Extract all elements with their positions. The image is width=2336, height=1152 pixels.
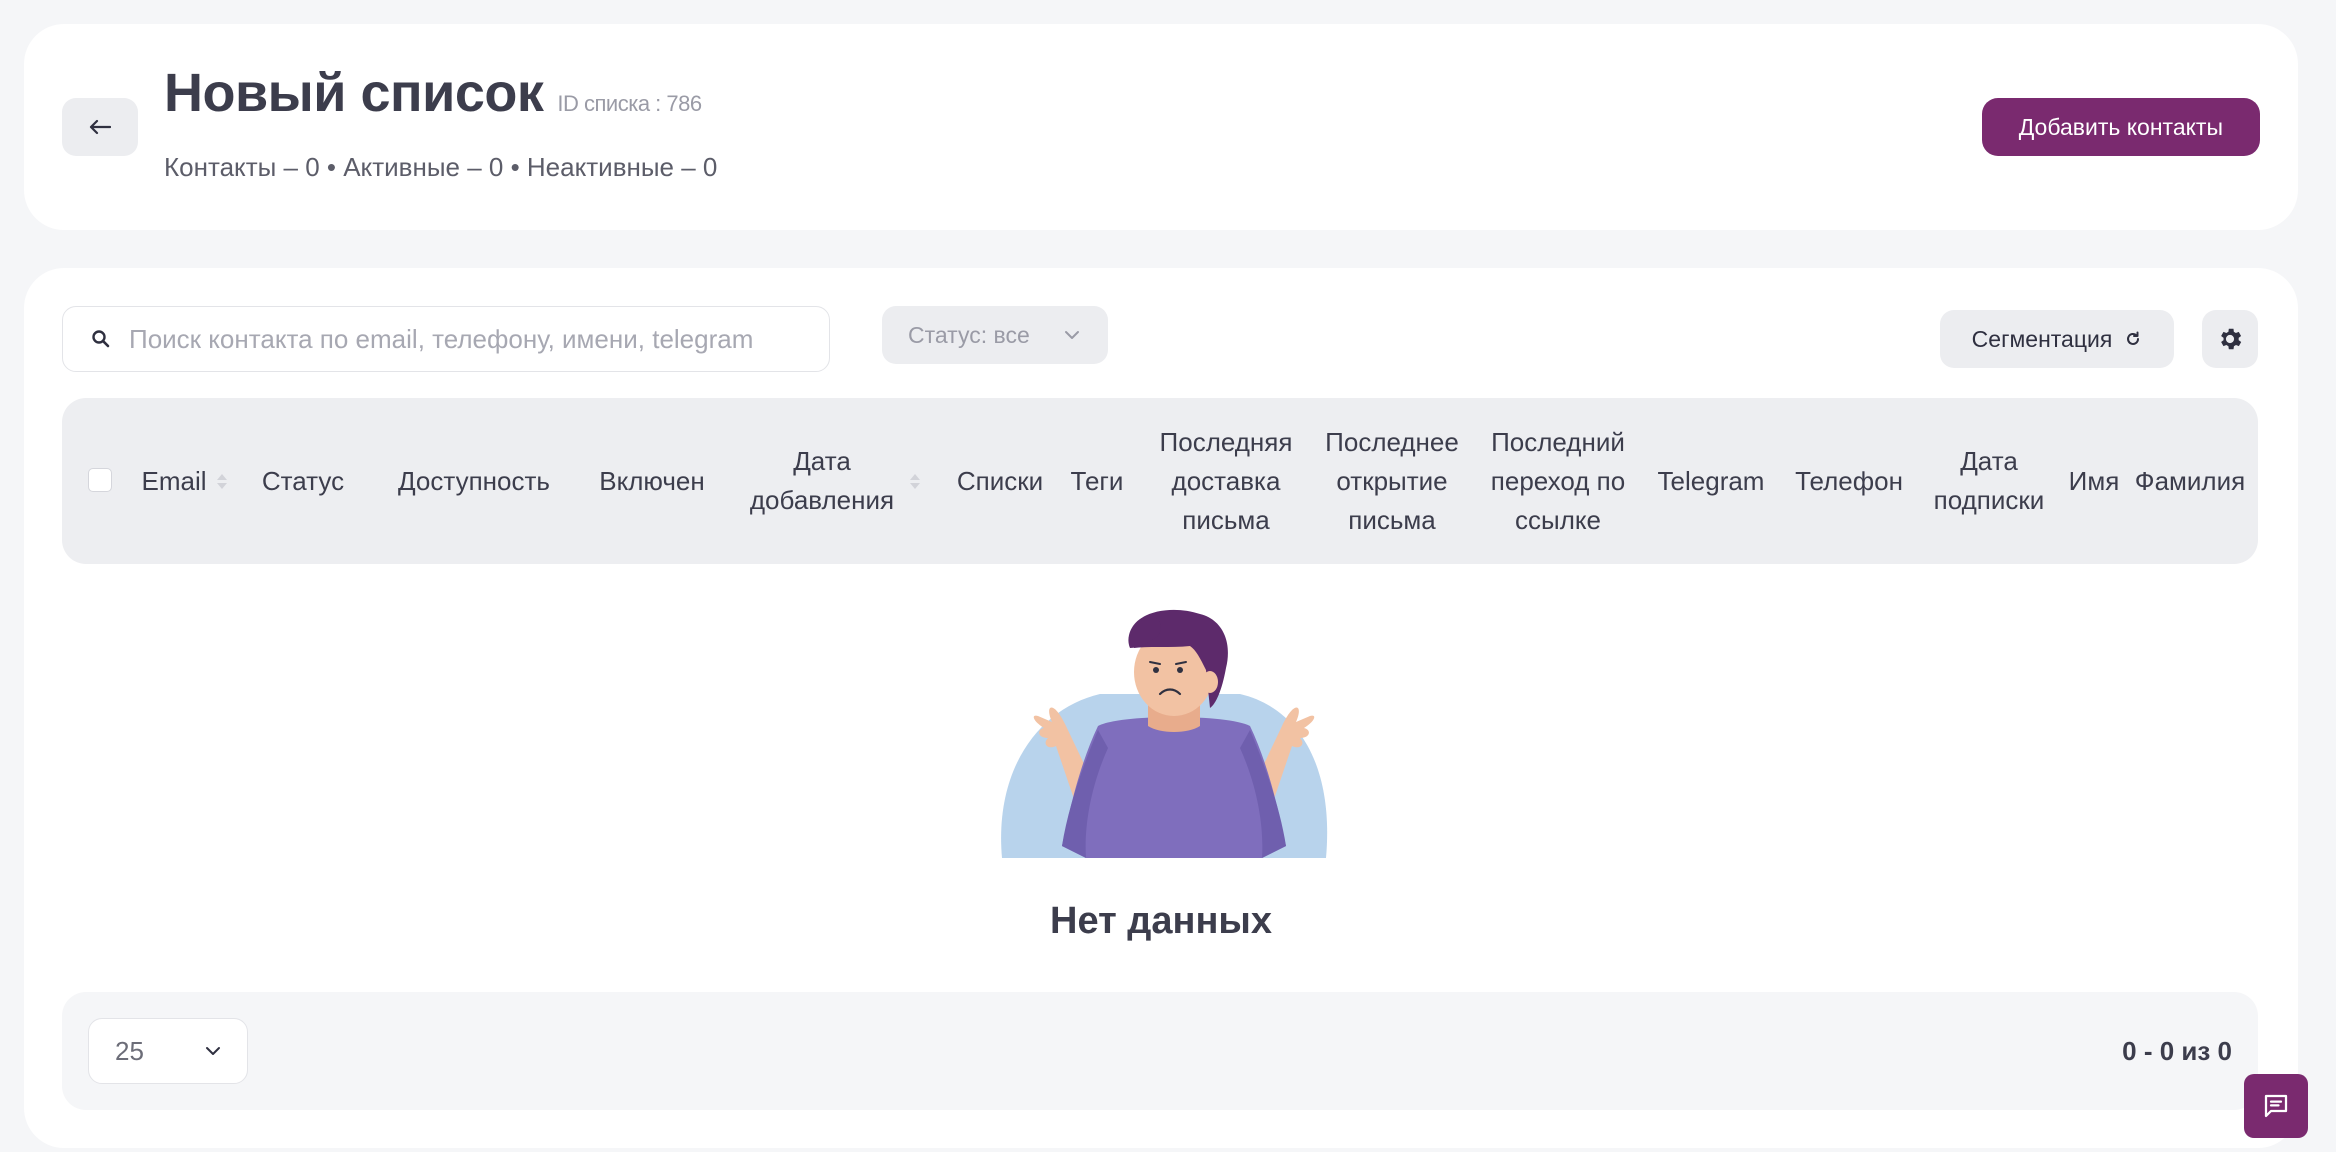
column-label: Списки xyxy=(956,465,1044,496)
column-label: Telegram xyxy=(1657,465,1765,496)
search-icon xyxy=(92,330,110,348)
column-header-last-delivery: Последняя доставка письма xyxy=(1148,398,1304,564)
column-label: Статус xyxy=(261,465,345,496)
add-contacts-button[interactable]: Добавить контакты xyxy=(1981,98,2260,156)
empty-state-text: Нет данных xyxy=(1050,900,1272,942)
status-filter-select[interactable]: Статус: все xyxy=(882,306,1108,364)
column-header-phone: Телефон xyxy=(1784,398,1914,564)
arrow-left-icon xyxy=(89,119,111,135)
search-input[interactable] xyxy=(129,323,789,355)
column-label: Email xyxy=(141,465,207,496)
list-id: ID списка : 786 xyxy=(557,91,702,116)
segmentation-button[interactable]: Сегментация xyxy=(1940,310,2174,368)
search-box[interactable] xyxy=(62,306,830,372)
chat-icon xyxy=(2264,1094,2288,1118)
select-all-checkbox[interactable] xyxy=(88,468,112,492)
back-button[interactable] xyxy=(62,98,138,156)
column-label: Телефон xyxy=(1795,465,1903,496)
chevron-down-icon xyxy=(206,1047,220,1055)
column-header-last-click: Последний переход по ссылке xyxy=(1480,398,1636,564)
column-header-enabled: Включен xyxy=(584,398,720,564)
column-header-status: Статус xyxy=(250,398,356,564)
column-label: Теги xyxy=(1070,465,1124,496)
refresh-icon xyxy=(2127,331,2140,345)
table-header: Email Статус Доступность Включен Дата до… xyxy=(62,398,2258,564)
column-label: Фамилия xyxy=(2134,465,2246,496)
column-label: Доступность xyxy=(398,465,550,496)
column-label: Дата подписки xyxy=(1933,446,2045,515)
column-header-last-open: Последнее открытие письма xyxy=(1314,398,1470,564)
column-header-lists: Списки xyxy=(950,398,1050,564)
page-size-value: 25 xyxy=(115,1035,144,1066)
column-header-email[interactable]: Email xyxy=(134,398,234,564)
list-header-card: Новый список ID списка : 786 Контакты – … xyxy=(24,24,2298,230)
chat-button[interactable] xyxy=(2244,1074,2308,1138)
page-title-row: Новый список ID списка : 786 xyxy=(164,62,702,124)
column-header-first-name: Имя xyxy=(2062,398,2126,564)
page-size-select[interactable]: 25 xyxy=(88,1018,248,1084)
contacts-card: Статус: все Сегментация Email Статус Дос… xyxy=(24,268,2298,1148)
column-header-availability: Доступность xyxy=(384,398,564,564)
status-filter-value: Статус: все xyxy=(908,321,1030,348)
segmentation-label: Сегментация xyxy=(1971,325,2113,352)
column-header-date-added[interactable]: Дата добавления xyxy=(734,398,930,564)
column-label: Последнее открытие письма xyxy=(1325,426,1459,535)
column-label: Включен xyxy=(599,465,705,496)
column-label: Последняя доставка письма xyxy=(1159,426,1293,535)
column-label: Последний переход по ссылке xyxy=(1490,426,1626,535)
column-header-subscription-date: Дата подписки xyxy=(1924,398,2054,564)
pagination-range: 0 - 0 из 0 xyxy=(2122,1035,2232,1066)
column-header-last-name: Фамилия xyxy=(2128,398,2252,564)
chevron-down-icon xyxy=(1065,331,1079,339)
sort-icon xyxy=(216,473,227,489)
page-title: Новый список xyxy=(164,63,544,123)
column-label: Имя xyxy=(2068,465,2120,496)
column-header-tags: Теги xyxy=(1062,398,1132,564)
contact-counts: Контакты – 0 • Активные – 0 • Неактивные… xyxy=(164,152,718,182)
table-settings-button[interactable] xyxy=(2202,310,2258,368)
column-header-telegram: Telegram xyxy=(1646,398,1776,564)
gear-icon xyxy=(2221,328,2242,350)
sort-icon xyxy=(910,473,920,489)
empty-state-illustration xyxy=(1001,609,1328,858)
column-label: Дата добавления xyxy=(749,446,895,515)
pagination-bar: 25 0 - 0 из 0 xyxy=(62,992,2258,1110)
